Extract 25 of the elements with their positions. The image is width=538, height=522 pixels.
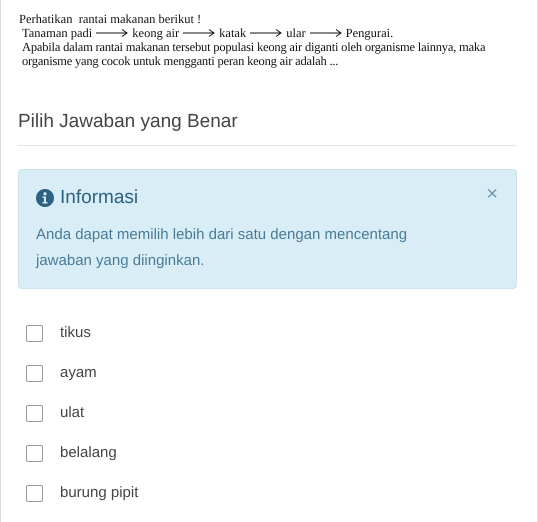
alert-title: Informasi — [60, 186, 138, 210]
checkbox[interactable] — [26, 444, 43, 462]
option-label[interactable]: ayam — [60, 362, 97, 384]
option-label[interactable]: belalang — [60, 442, 117, 464]
question-text: Apabila dalam rantai makanan tersebut populasi keong air diganti oleh organisme lainnya, maka organisme yang cocok untuk mengganti peran keong air adalah ... — [21, 40, 486, 68]
option-label[interactable]: burung pipit — [60, 482, 138, 504]
option-label[interactable]: ulat — [60, 402, 84, 424]
checkbox[interactable] — [26, 324, 43, 342]
checkbox[interactable] — [26, 364, 43, 382]
alert-text: Anda dapat memilih lebih dari satu dengan mencentang jawaban yang diinginkan. — [36, 225, 408, 271]
section-heading: Pilih Jawaban yang Benar — [18, 108, 517, 146]
question-text: Perhatikan rantai makanan berikut ! — [19, 12, 202, 26]
organism-label: keong air — [132, 26, 180, 40]
arrow-icon — [249, 28, 284, 38]
option-label[interactable]: tikus — [60, 322, 91, 344]
organism-label: katak — [219, 26, 246, 40]
checkbox[interactable] — [26, 484, 43, 502]
arrow-icon — [95, 28, 130, 38]
organism-label: Pengurai. — [346, 26, 394, 40]
info-icon — [36, 188, 54, 207]
organism-label: ular — [286, 26, 306, 40]
arrow-icon — [182, 28, 216, 38]
arrow-icon — [308, 28, 343, 38]
organism-label: Tanaman padi — [22, 26, 92, 40]
checkbox[interactable] — [26, 404, 43, 422]
